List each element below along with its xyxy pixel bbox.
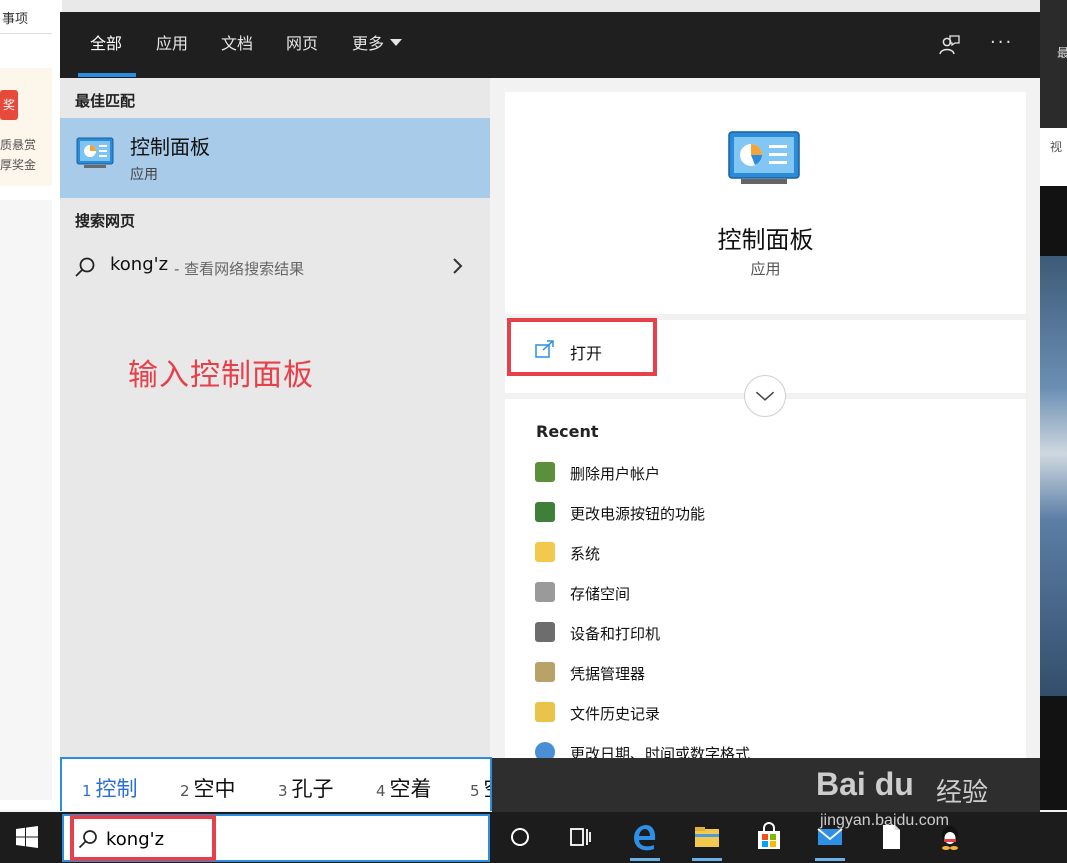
web-search-result[interactable]: kong'z - 查看网络搜索结果	[60, 248, 490, 288]
store-icon[interactable]	[754, 822, 784, 852]
task-view-icon[interactable]	[565, 822, 595, 852]
background-window-right-title: 最	[1057, 46, 1067, 60]
best-match-title: 控制面板	[130, 135, 210, 159]
recent-item-label: 文件历史记录	[570, 705, 661, 723]
background-window-right-label: 视	[1050, 140, 1063, 154]
background-window-left-title: 事项	[0, 0, 52, 34]
active-app-indicator	[815, 858, 845, 861]
search-highlight-box	[70, 815, 216, 861]
recent-item-label: 删除用户帐户	[570, 465, 661, 483]
recent-item-delete-user[interactable]: 删除用户帐户	[533, 458, 993, 498]
mail-icon[interactable]	[815, 822, 845, 852]
preview-pane: 控制面板 应用 打开 Recent 删除用户帐户 更改电源按钮的功能 系统 存储…	[505, 92, 1026, 763]
feedback-icon[interactable]	[938, 34, 960, 56]
recent-item-file-history[interactable]: 文件历史记录	[533, 698, 993, 738]
background-window-right-header	[1040, 0, 1067, 128]
users-icon	[535, 462, 555, 482]
edge-icon[interactable]	[630, 822, 660, 852]
cortana-icon[interactable]	[505, 822, 535, 852]
printer-icon	[535, 622, 555, 642]
power-icon	[535, 502, 555, 522]
tab-more[interactable]: 更多	[352, 32, 403, 56]
folder-icon	[535, 542, 555, 562]
background-window-top	[62, 0, 1040, 12]
control-panel-icon	[728, 131, 800, 184]
background-window-left-body	[0, 200, 52, 800]
open-highlight-box	[507, 318, 657, 376]
active-tab-indicator	[78, 73, 136, 77]
best-match-subtitle: 应用	[130, 167, 158, 183]
windows-start-icon[interactable]	[16, 826, 38, 848]
background-window-left: 事项 奖 质悬赏 厚奖金	[0, 0, 62, 810]
tab-all[interactable]: 全部	[90, 32, 122, 56]
tab-apps[interactable]: 应用	[156, 32, 188, 56]
web-search-description: - 查看网络搜索结果	[174, 260, 305, 278]
recent-item-label: 凭据管理器	[570, 665, 646, 683]
results-column: 最佳匹配 控制面板 应用 搜索网页 kong'z - 查看网络搜索结果 输入控制…	[60, 78, 490, 758]
background-wallpaper-image	[1040, 256, 1067, 696]
preview-subtitle: 应用	[750, 260, 781, 278]
file-history-icon	[535, 702, 555, 722]
recent-list: 删除用户帐户 更改电源按钮的功能 系统 存储空间 设备和打印机 凭据管理器 文件…	[533, 458, 993, 778]
background-promo-badge: 奖	[0, 90, 18, 120]
ellipsis-icon[interactable]: ···	[990, 32, 1012, 56]
recent-item-credential-manager[interactable]: 凭据管理器	[533, 658, 993, 698]
expand-chevron-icon[interactable]	[744, 375, 786, 417]
qq-icon[interactable]	[935, 822, 965, 852]
file-explorer-icon[interactable]	[692, 822, 722, 852]
best-match-heading: 最佳匹配	[75, 92, 136, 110]
recent-item-label: 设备和打印机	[570, 625, 661, 643]
ime-candidate-bar: 1控制 2空中 3孔子 4空着 5空	[60, 757, 492, 811]
recent-item-power-button[interactable]: 更改电源按钮的功能	[533, 498, 993, 538]
ime-candidate[interactable]: 2 空中	[180, 773, 236, 803]
recent-item-label: 存储空间	[570, 585, 631, 603]
recent-item-devices-printers[interactable]: 设备和打印机	[533, 618, 993, 658]
recent-item-label: 更改电源按钮的功能	[570, 505, 706, 523]
ime-candidate[interactable]: 5空	[470, 773, 490, 803]
active-app-indicator	[692, 858, 722, 861]
ime-candidate[interactable]: 4 空着	[376, 773, 432, 803]
background-promo-text-1: 质悬赏	[0, 138, 37, 152]
ime-candidate[interactable]: 3 孔子	[278, 773, 334, 803]
notepad-icon[interactable]	[876, 822, 906, 852]
ime-candidate[interactable]: 1 控制	[82, 773, 138, 803]
recent-item-system[interactable]: 系统	[533, 538, 993, 578]
chevron-right-icon[interactable]	[450, 254, 466, 278]
best-match-result[interactable]: 控制面板 应用	[60, 118, 490, 198]
active-app-indicator	[630, 858, 660, 861]
control-panel-icon	[76, 137, 114, 168]
recent-item-label: 系统	[570, 545, 601, 563]
credential-icon	[535, 662, 555, 682]
background-window-right-strip	[1040, 128, 1067, 186]
tab-documents[interactable]: 文档	[221, 32, 253, 56]
search-icon	[75, 257, 95, 277]
preview-title: 控制面板	[717, 226, 814, 254]
background-promo-text-2: 厚奖金	[0, 158, 37, 172]
storage-icon	[535, 582, 555, 602]
recent-heading: Recent	[536, 422, 599, 441]
chevron-down-icon	[390, 39, 403, 46]
web-search-query: kong'z	[110, 254, 169, 275]
tab-web[interactable]: 网页	[286, 32, 318, 56]
panel-bottom-strip	[492, 758, 1040, 812]
web-search-heading: 搜索网页	[75, 212, 136, 230]
annotation-text: 输入控制面板	[128, 358, 314, 393]
search-filter-bar: 全部 应用 文档 网页 更多 ···	[60, 12, 1040, 78]
recent-item-storage[interactable]: 存储空间	[533, 578, 993, 618]
windows-search-panel: 全部 应用 文档 网页 更多 ··· 最佳匹配 控制面板 应用 搜索网页 kon…	[60, 12, 1040, 812]
